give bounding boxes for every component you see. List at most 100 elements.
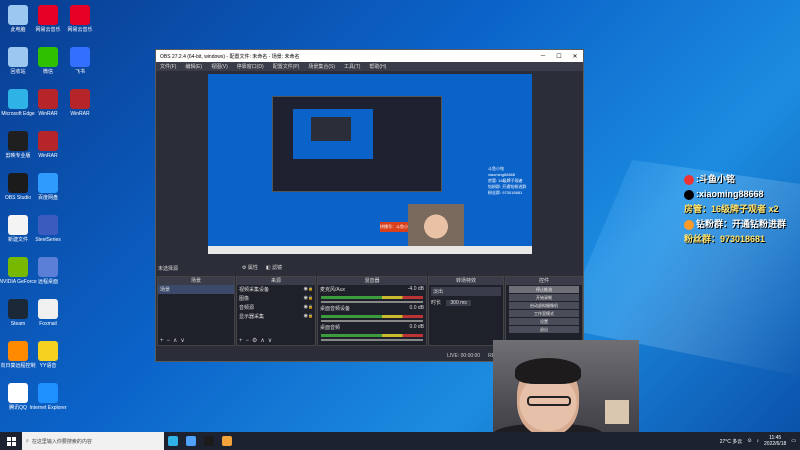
volume-meter bbox=[321, 334, 423, 337]
mixer-list: 麦克风/Aux -4.0 dB 桌面音频设备 0.0 dB 桌面音频 0.0 dB bbox=[318, 285, 426, 341]
source-item[interactable]: 视频采集设备 ◉ 🔒 bbox=[237, 285, 315, 294]
transition-select[interactable]: 淡出 bbox=[431, 287, 501, 296]
preview-nested-obs bbox=[311, 117, 351, 141]
obs-preview[interactable]: 斗鱼小铭 xiaoming88668 房管: 16级牌子观者 钻粉群: 开通钻粉进群粉… bbox=[208, 74, 532, 254]
feishu-icon bbox=[70, 47, 90, 67]
desktop-icon-label: OBS Studio bbox=[4, 195, 32, 201]
obs-menu-item[interactable]: 编辑(E) bbox=[185, 63, 202, 70]
preview-overlay-text: 斗鱼小铭 xiaoming88668 房管: 16级牌子观者 钻粉群: 开通钻粉进群粉… bbox=[488, 166, 526, 196]
minimize-icon[interactable]: ─ bbox=[535, 53, 551, 59]
control-button[interactable]: 工作室模式 bbox=[509, 310, 579, 317]
close-icon[interactable]: ✕ bbox=[567, 53, 583, 60]
obs-menu-item[interactable]: 停靠窗口(D) bbox=[237, 63, 264, 70]
source-toolbar: ⚙ 属性 ◧ 滤镜 bbox=[242, 264, 282, 271]
desktop-icon[interactable]: WinRAR bbox=[30, 128, 66, 170]
lock-icon[interactable]: 🔒 bbox=[308, 286, 313, 293]
ie-icon bbox=[38, 383, 58, 403]
clock[interactable]: 11:45 2022/6/18 bbox=[764, 435, 786, 447]
control-button[interactable]: 开始录制 bbox=[509, 294, 579, 301]
search-placeholder: 在这里输入你要搜索的内容 bbox=[31, 438, 92, 445]
volume-slider[interactable] bbox=[321, 320, 423, 322]
duration-input[interactable]: 300 ms bbox=[446, 300, 471, 306]
mixer-channel-name: 桌面音频设备 bbox=[320, 306, 351, 312]
lock-icon[interactable]: 🔒 bbox=[308, 313, 313, 320]
douyu-row: :斗鱼小铭 bbox=[684, 172, 786, 187]
filters-button[interactable]: ◧ 滤镜 bbox=[266, 264, 282, 271]
volume-icon[interactable]: ♪ bbox=[757, 438, 760, 444]
desktop-icon-column-2: 网易云音乐 微信 WinRAR WinRAR 百度网盘 SteelSeries 远程桌面 Fo… bbox=[30, 2, 66, 422]
status-item: LIVE: 00:00:00 bbox=[447, 353, 481, 359]
desktop-icon[interactable]: Foxmail bbox=[30, 296, 66, 338]
obs-menu-item[interactable]: 配置文件(P) bbox=[273, 63, 300, 70]
foxmail-icon bbox=[38, 299, 58, 319]
tiktok-text: :xiaoming88668 bbox=[696, 189, 764, 199]
winrar-icon bbox=[38, 131, 58, 151]
desktop-icon[interactable]: 百度网盘 bbox=[30, 170, 66, 212]
edge-icon bbox=[8, 89, 28, 109]
properties-button[interactable]: ⚙ 属性 bbox=[242, 264, 258, 271]
lock-icon[interactable]: 🔒 bbox=[308, 295, 313, 302]
desktop-icon[interactable]: SteelSeries bbox=[30, 212, 66, 254]
clock-date: 2022/6/18 bbox=[764, 441, 787, 447]
folder-taskbar[interactable] bbox=[218, 432, 236, 450]
source-tools[interactable]: +−⚙∧∨ bbox=[239, 337, 275, 344]
desktop-icon[interactable]: WinRAR bbox=[30, 86, 66, 128]
mixer-channel: 桌面音频 0.0 dB bbox=[318, 323, 426, 341]
obs-taskbar[interactable] bbox=[200, 432, 218, 450]
source-item[interactable]: 显示器采集 ◉ 🔒 bbox=[237, 312, 315, 321]
scene-tools[interactable]: +−∧∨ bbox=[160, 337, 188, 344]
yy-icon bbox=[38, 341, 58, 361]
obs-menu-item[interactable]: 文件(F) bbox=[160, 63, 176, 70]
desktop-icon[interactable]: 飞书 bbox=[62, 44, 98, 86]
computer-icon bbox=[8, 5, 28, 25]
desktop-icon-label: 飞书 bbox=[74, 69, 85, 75]
control-button[interactable]: 设置 bbox=[509, 318, 579, 325]
edge-taskbar[interactable] bbox=[164, 432, 182, 450]
diamond-icon bbox=[684, 219, 694, 230]
start-button[interactable] bbox=[0, 432, 22, 450]
desktop-icon[interactable]: 微信 bbox=[30, 44, 66, 86]
check-taskbar[interactable] bbox=[182, 432, 200, 450]
maximize-icon[interactable]: ☐ bbox=[551, 53, 567, 60]
network-icon[interactable]: ⊙ bbox=[747, 438, 751, 444]
scene-item[interactable]: 场景 bbox=[158, 285, 234, 294]
control-button[interactable]: 退出 bbox=[509, 326, 579, 333]
mixer-channel-header: 桌面音频设备 0.0 dB bbox=[318, 304, 426, 313]
no-source-label: 未选择源 bbox=[158, 266, 179, 272]
weather-text[interactable]: 27°C 多云 bbox=[720, 438, 743, 445]
mixer-channel: 桌面音频设备 0.0 dB bbox=[318, 304, 426, 322]
obs-menu-item[interactable]: 帮助(H) bbox=[369, 63, 386, 70]
desktop-icon[interactable]: 网易云音乐 bbox=[30, 2, 66, 44]
mixer-channel-name: 麦克风/Aux bbox=[320, 287, 346, 293]
mixer-channel: 麦克风/Aux -4.0 dB bbox=[318, 285, 426, 303]
obs-menu-item[interactable]: 视图(V) bbox=[211, 63, 228, 70]
tiktok-icon bbox=[684, 189, 694, 200]
desktop-icon[interactable]: Internet Explorer bbox=[30, 380, 66, 422]
obs-window[interactable]: OBS 27.2.4 (64-bit, windows) - 配置文件: 未命名… bbox=[155, 49, 584, 362]
volume-slider[interactable] bbox=[321, 339, 423, 341]
lock-icon[interactable]: 🔒 bbox=[308, 304, 313, 311]
desktop-icon[interactable]: YY语音 bbox=[30, 338, 66, 380]
obs-menu-item[interactable]: 工具(T) bbox=[344, 63, 360, 70]
desktop-icon-label: 腾讯QQ bbox=[9, 405, 27, 411]
obs-menu-item[interactable]: 场景集合(S) bbox=[308, 63, 335, 70]
obs-titlebar[interactable]: OBS 27.2.4 (64-bit, windows) - 配置文件: 未命名… bbox=[156, 50, 583, 62]
source-item[interactable]: 音频源 ◉ 🔒 bbox=[237, 303, 315, 312]
desktop-icon-label: Foxmail bbox=[39, 321, 57, 327]
netease-music-icon bbox=[38, 5, 58, 25]
wechat-icon bbox=[38, 47, 58, 67]
volume-slider[interactable] bbox=[321, 301, 423, 303]
desktop-icon[interactable]: 网易云音乐 bbox=[62, 2, 98, 44]
desktop-icon[interactable]: 远程桌面 bbox=[30, 254, 66, 296]
desktop-icon[interactable]: WinRAR bbox=[62, 86, 98, 128]
obs-icon bbox=[204, 436, 214, 446]
mixer-channel-name: 桌面音频 bbox=[320, 325, 341, 331]
control-button[interactable]: 启动虚拟摄像机 bbox=[509, 302, 579, 309]
control-button[interactable]: 停止推流 bbox=[509, 286, 579, 293]
preview-overlay-line: 粉丝群: 973018681 bbox=[488, 190, 523, 195]
webcam-glasses bbox=[527, 396, 571, 406]
source-item[interactable]: 图像 ◉ 🔒 bbox=[237, 294, 315, 303]
search-icon: ⌕ bbox=[26, 438, 29, 444]
notification-icon[interactable]: ▭ bbox=[791, 438, 796, 444]
taskbar-search[interactable]: ⌕ 在这里输入你要搜索的内容 bbox=[22, 432, 164, 450]
